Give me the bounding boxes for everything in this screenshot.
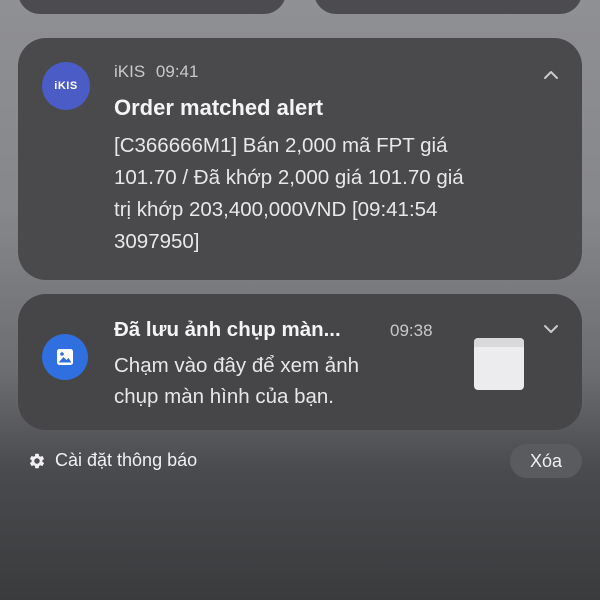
notification-title: Đã lưu ảnh chụp màn... [114,318,341,341]
thumbnail-status-bar [474,338,524,347]
notification-ikis-order-matched[interactable]: iKIS iKIS 09:41 Order matched alert [C36… [18,38,582,280]
chevron-up-icon[interactable] [542,66,560,84]
clear-all-button[interactable]: Xóa [510,444,582,478]
app-icon-label: iKIS [54,80,78,92]
notification-footer: Cài đặt thông báo Xóa [0,444,600,480]
gear-icon [29,453,45,468]
notification-screenshot-saved[interactable]: Đã lưu ảnh chụp màn... 09:38 Chạm vào đâ… [18,294,582,430]
previous-notification-card-2[interactable] [314,0,582,14]
screenshot-thumbnail[interactable] [474,338,524,390]
notification-settings-link[interactable]: Cài đặt thông báo [28,450,197,471]
notification-title: Order matched alert [114,95,324,120]
ikis-app-icon: iKIS [42,62,90,110]
image-icon [42,334,88,380]
app-name: iKIS [114,62,146,81]
notification-meta: iKIS 09:41 [114,62,198,82]
previous-notification-card[interactable] [18,0,286,14]
notification-time: 09:38 [390,321,433,340]
notification-body: Chạm vào đây để xem ảnh chụp màn hình củ… [114,354,359,408]
chevron-down-icon[interactable] [542,320,560,338]
settings-label: Cài đặt thông báo [55,450,198,470]
notification-body: [C366666M1] Bán 2,000 mã FPT giá 101.70 … [114,134,464,253]
notification-time: 09:41 [155,62,199,81]
